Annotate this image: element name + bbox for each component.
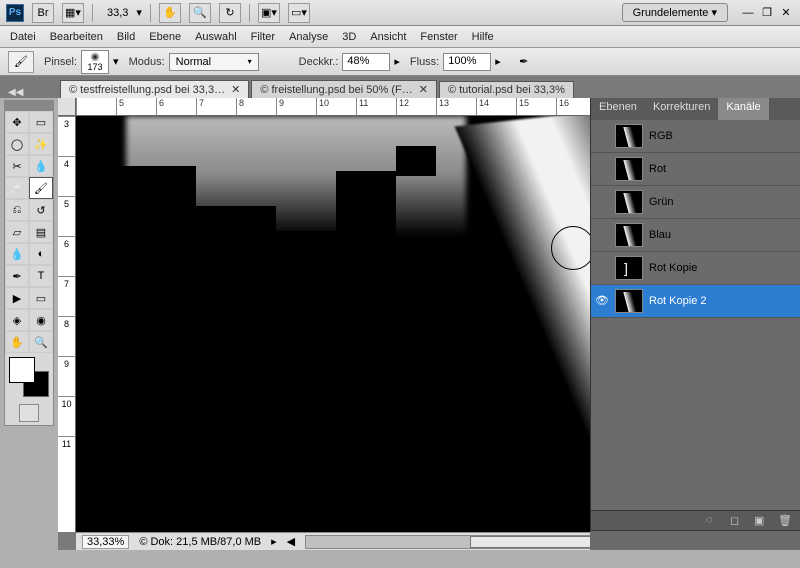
channels-panel: Ebenen Korrekturen Kanäle RGB Rot Grün B… [590, 98, 800, 530]
hand-tool-button[interactable]: ✋ [159, 3, 181, 23]
brush-dropdown-icon[interactable]: ▾ [113, 55, 119, 68]
shape-tool[interactable]: ▭ [29, 287, 53, 309]
filmstrip-button[interactable]: ▦▾ [62, 3, 84, 23]
dodge-tool[interactable]: ◐ [29, 243, 53, 265]
visibility-icon[interactable] [595, 162, 609, 176]
opacity-label: Deckkr.: [299, 56, 339, 68]
menu-auswahl[interactable]: Auswahl [195, 31, 237, 43]
3d-camera-tool[interactable]: ◉ [29, 309, 53, 331]
toolbox-handle[interactable] [5, 101, 53, 111]
color-swatches[interactable] [9, 357, 49, 397]
channel-gruen[interactable]: Grün [591, 186, 800, 219]
restore-icon[interactable]: ❐ [759, 6, 775, 20]
doc-info[interactable]: © Dok: 21,5 MB/87,0 MB [139, 536, 261, 548]
arrange-button[interactable]: ▣▾ [258, 3, 280, 23]
path-select-tool[interactable]: ▶ [5, 287, 29, 309]
menu-analyse[interactable]: Analyse [289, 31, 328, 43]
menu-ebene[interactable]: Ebene [149, 31, 181, 43]
vertical-ruler[interactable]: 34567891011 [58, 116, 76, 532]
airbrush-icon[interactable]: ✒ [511, 51, 537, 73]
pen-tool[interactable]: ✒ [5, 265, 29, 287]
history-brush-tool[interactable]: ↺ [29, 199, 53, 221]
tab-ebenen[interactable]: Ebenen [591, 98, 645, 120]
screen-mode-button[interactable]: ▭▾ [288, 3, 310, 23]
eyedropper-tool[interactable]: 💧 [29, 155, 53, 177]
zoom-tool-button[interactable]: 🔍 [189, 3, 211, 23]
toolbox: ✥▭ ◯✨ ✂💧 🩹🖌 ⎌↺ ▱▤ 💧◐ ✒T ▶▭ ◈◉ ✋🔍 [4, 100, 54, 426]
menu-bearbeiten[interactable]: Bearbeiten [50, 31, 103, 43]
tab-kanaele[interactable]: Kanäle [718, 98, 768, 120]
document-tabs: ◀◀ © testfreistellung.psd bei 33,3…✕ © f… [0, 76, 800, 98]
wand-tool[interactable]: ✨ [29, 133, 53, 155]
tab-close-icon[interactable]: ✕ [419, 83, 428, 96]
visibility-icon[interactable] [595, 261, 609, 275]
channel-rot-kopie-2[interactable]: Rot Kopie 2 [591, 285, 800, 318]
flow-flyout-icon[interactable]: ▸ [495, 55, 501, 68]
heal-tool[interactable]: 🩹 [5, 177, 29, 199]
doc-tab-1[interactable]: © testfreistellung.psd bei 33,3…✕ [60, 80, 249, 98]
flow-input[interactable]: 100% [443, 53, 491, 71]
minimize-icon[interactable]: — [740, 6, 756, 20]
mode-label: Modus: [129, 56, 165, 68]
brush-cursor-icon [551, 226, 595, 270]
opacity-flyout-icon[interactable]: ▸ [394, 55, 400, 68]
menu-3d[interactable]: 3D [342, 31, 356, 43]
visibility-icon[interactable] [595, 228, 609, 242]
quickmask-button[interactable] [19, 404, 39, 422]
hand-tool[interactable]: ✋ [5, 331, 29, 353]
move-tool[interactable]: ✥ [5, 111, 29, 133]
visibility-icon[interactable] [595, 129, 609, 143]
gradient-tool[interactable]: ▤ [29, 221, 53, 243]
delete-channel-icon[interactable]: 🗑 [778, 514, 794, 528]
3d-tool[interactable]: ◈ [5, 309, 29, 331]
menu-filter[interactable]: Filter [251, 31, 275, 43]
rotate-view-button[interactable]: ↻ [219, 3, 241, 23]
type-tool[interactable]: T [29, 265, 53, 287]
menu-datei[interactable]: Datei [10, 31, 36, 43]
options-bar: 🖌 Pinsel: 173 ▾ Modus: Normal▾ Deckkr.: … [0, 48, 800, 76]
stamp-tool[interactable]: ⎌ [5, 199, 29, 221]
marquee-tool[interactable]: ▭ [29, 111, 53, 133]
visibility-icon[interactable] [595, 294, 609, 308]
menu-ansicht[interactable]: Ansicht [370, 31, 406, 43]
new-channel-icon[interactable]: ▣ [754, 514, 770, 528]
brush-preset-picker[interactable]: 173 [81, 50, 109, 74]
load-selection-icon[interactable]: ◌ [706, 514, 722, 528]
current-tool-icon[interactable]: 🖌 [8, 51, 34, 73]
menu-hilfe[interactable]: Hilfe [472, 31, 494, 43]
flow-label: Fluss: [410, 56, 439, 68]
channel-blau[interactable]: Blau [591, 219, 800, 252]
doc-tab-3[interactable]: © tutorial.psd bei 33,3% [439, 81, 574, 98]
zoom-field[interactable]: 33,33% [82, 535, 129, 549]
menu-bar: Datei Bearbeiten Bild Ebene Auswahl Filt… [0, 26, 800, 48]
zoom-level[interactable]: 33,3 [107, 7, 128, 19]
blur-tool[interactable]: 💧 [5, 243, 29, 265]
close-icon[interactable]: ✕ [778, 6, 794, 20]
tab-close-icon[interactable]: ✕ [231, 83, 240, 96]
title-bar: Ps Br ▦▾ 33,3 ▾ ✋ 🔍 ↻ ▣▾ ▭▾ Grundelement… [0, 0, 800, 26]
zoom-tool[interactable]: 🔍 [29, 331, 53, 353]
menu-fenster[interactable]: Fenster [420, 31, 457, 43]
ruler-origin[interactable] [58, 98, 76, 116]
brush-label: Pinsel: [44, 56, 77, 68]
channel-rgb[interactable]: RGB [591, 120, 800, 153]
save-selection-icon[interactable]: ◻ [730, 514, 746, 528]
doc-tab-2[interactable]: © freistellung.psd bei 50% (F…✕ [251, 80, 437, 98]
channel-rot[interactable]: Rot [591, 153, 800, 186]
eraser-tool[interactable]: ▱ [5, 221, 29, 243]
blend-mode-dropdown[interactable]: Normal▾ [169, 53, 259, 71]
bridge-button[interactable]: Br [32, 3, 54, 23]
channel-rot-kopie[interactable]: Rot Kopie [591, 252, 800, 285]
workspace-switcher[interactable]: Grundelemente ▾ [622, 3, 728, 22]
ps-logo-icon: Ps [6, 4, 24, 22]
tab-korrekturen[interactable]: Korrekturen [645, 98, 718, 120]
collapse-icon[interactable]: ◀◀ [8, 87, 23, 98]
bottom-dock[interactable] [590, 530, 800, 550]
visibility-icon[interactable] [595, 195, 609, 209]
menu-bild[interactable]: Bild [117, 31, 135, 43]
opacity-input[interactable]: 48% [342, 53, 390, 71]
crop-tool[interactable]: ✂ [5, 155, 29, 177]
lasso-tool[interactable]: ◯ [5, 133, 29, 155]
brush-tool[interactable]: 🖌 [29, 177, 53, 199]
